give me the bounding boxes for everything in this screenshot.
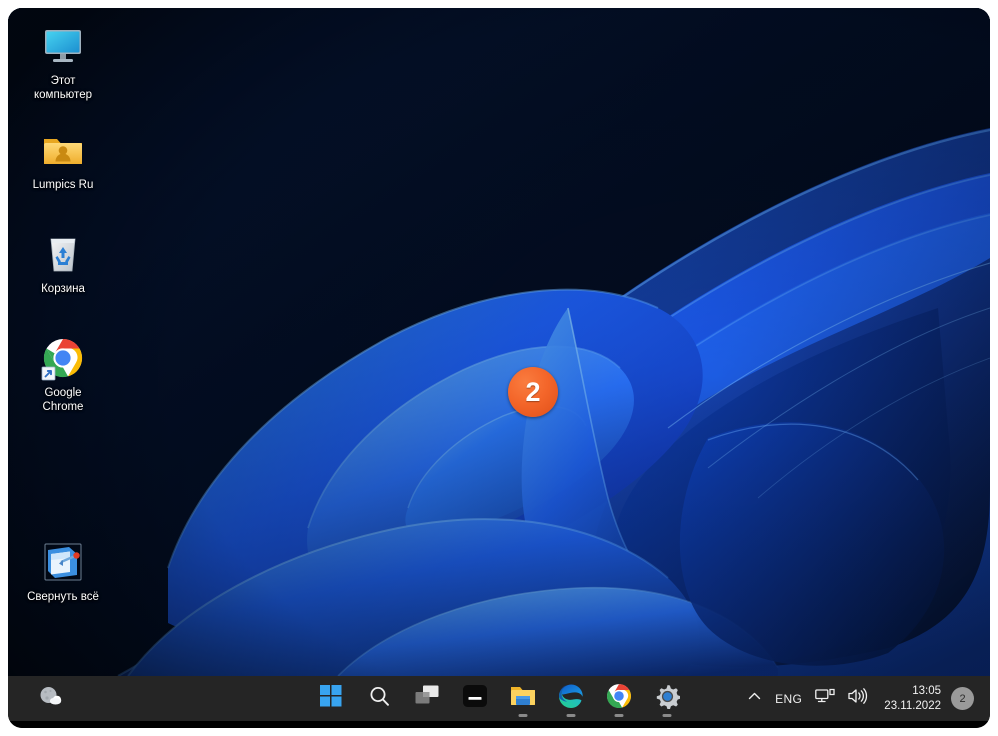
annotation-step-badge: 2 (508, 367, 558, 417)
folder-icon (510, 684, 536, 713)
widgets-icon (462, 683, 488, 714)
desktop-icon-recycle-bin[interactable]: Корзина (15, 230, 111, 296)
chevron-up-icon (747, 689, 762, 709)
task-view-button[interactable] (408, 680, 446, 718)
taskbar-bottom-edge (8, 721, 990, 728)
clock-time: 13:05 (912, 685, 941, 697)
running-indicator (662, 713, 672, 717)
desktop-icon-this-pc[interactable]: Этот компьютер (15, 22, 111, 102)
tray-overflow-button[interactable] (741, 681, 768, 717)
desktop-icon-google-chrome[interactable]: Google Chrome (15, 334, 111, 414)
edge-button[interactable] (552, 680, 590, 718)
desktop-icon-label: Lumpics Ru (32, 179, 94, 191)
gear-icon (655, 684, 681, 714)
file-explorer-button[interactable] (504, 680, 542, 718)
chrome-button[interactable] (600, 680, 638, 718)
desktop-icon-label: Google Chrome (42, 387, 84, 413)
desktop-icon-lumpics-ru[interactable]: Lumpics Ru (15, 126, 111, 192)
running-indicator (518, 713, 528, 717)
volume-icon (847, 687, 868, 710)
screenshot-frame: Этот компьютер Lumpics Ru Корзина Google… (0, 0, 998, 736)
desktop-icon-minimize-all[interactable]: Свернуть всё (15, 538, 111, 604)
chrome-icon (39, 334, 87, 382)
notifications-badge[interactable]: 2 (951, 687, 974, 710)
desktop-icon-label: Этот компьютер (34, 75, 92, 101)
language-indicator[interactable]: ENG (768, 681, 809, 717)
taskbar[interactable]: ENG 13:05 23.11.2022 2 (8, 676, 990, 721)
moon-cloud-icon (36, 682, 64, 715)
desktop-icon-label: Корзина (41, 283, 85, 295)
start-button[interactable] (312, 680, 350, 718)
search-icon (368, 685, 391, 713)
network-button[interactable] (809, 681, 841, 717)
edge-icon (558, 683, 584, 714)
desktop[interactable]: Этот компьютер Lumpics Ru Корзина Google… (8, 8, 990, 676)
weather-widget[interactable] (28, 676, 72, 721)
windows-logo-icon (320, 685, 342, 712)
volume-button[interactable] (841, 681, 874, 717)
clock-button[interactable]: 13:05 23.11.2022 (874, 684, 949, 713)
chrome-icon (606, 683, 632, 714)
user-folder-icon (39, 126, 87, 174)
recycle-bin-icon (39, 230, 87, 278)
annotation-step-number: 2 (525, 376, 541, 407)
running-indicator (614, 713, 624, 717)
desktop-icon-label: Свернуть всё (27, 591, 99, 603)
settings-button[interactable] (648, 680, 686, 718)
wallpaper-bloom (8, 8, 990, 676)
system-tray[interactable]: ENG 13:05 23.11.2022 2 (741, 676, 980, 721)
monitor-icon (39, 22, 87, 70)
running-indicator (566, 713, 576, 717)
screen: Этот компьютер Lumpics Ru Корзина Google… (8, 8, 990, 728)
widgets-button[interactable] (456, 680, 494, 718)
clock-date: 23.11.2022 (884, 699, 941, 712)
show-desktop-icon (39, 538, 87, 586)
task-view-icon (415, 685, 439, 712)
network-icon (815, 687, 835, 710)
search-button[interactable] (360, 680, 398, 718)
